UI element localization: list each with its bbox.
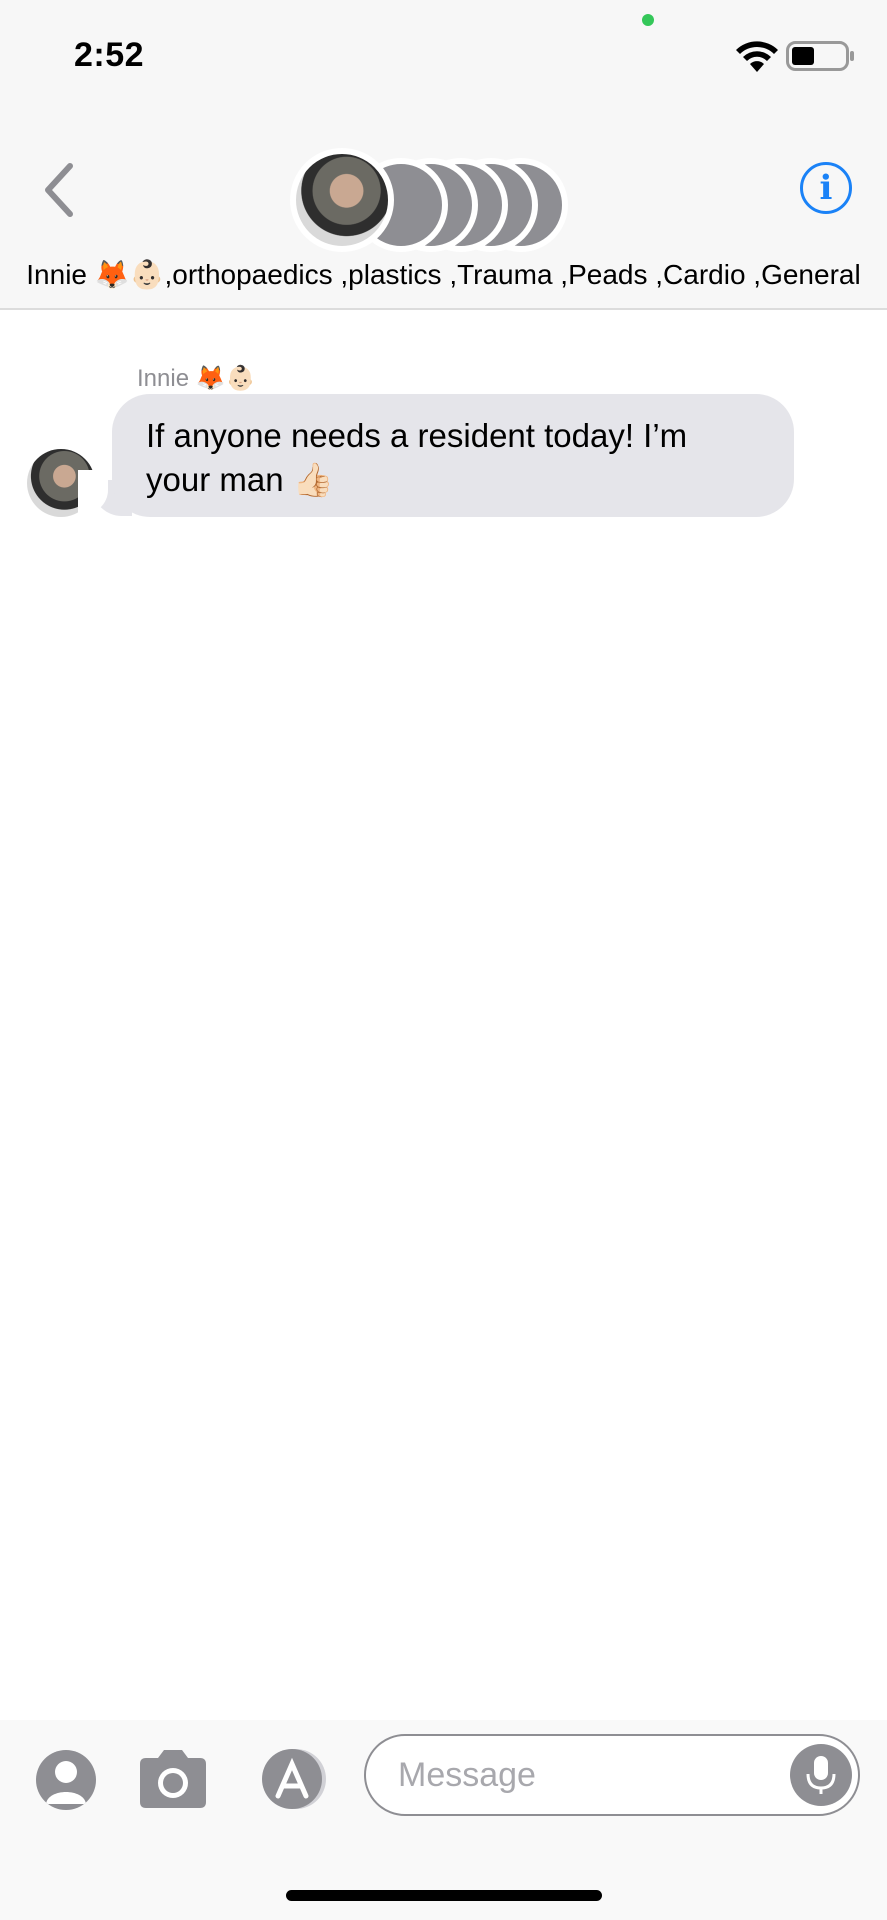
- info-icon[interactable]: i: [800, 162, 852, 214]
- chevron-left-icon[interactable]: [38, 160, 82, 220]
- contact-icon[interactable]: [36, 1750, 96, 1810]
- message-composer: [0, 1720, 887, 1920]
- group-avatar-stack[interactable]: [290, 148, 580, 252]
- group-avatar-photo: [290, 148, 394, 252]
- battery-icon: [786, 41, 854, 71]
- camera-icon[interactable]: [136, 1746, 210, 1810]
- conversation-header: i Innie 🦊👶🏻,orthopaedics ,plastics ,Trau…: [0, 110, 887, 310]
- message-sender-name: Innie 🦊👶🏻: [137, 365, 256, 392]
- message-field[interactable]: [364, 1734, 860, 1816]
- wifi-icon: [736, 41, 778, 72]
- message-input[interactable]: [398, 1736, 798, 1814]
- status-bar: 2:52: [0, 0, 887, 110]
- microphone-icon[interactable]: [790, 1744, 852, 1806]
- app-store-icon[interactable]: [254, 1748, 334, 1810]
- incoming-message-bubble[interactable]: If anyone needs a resident today! I’m yo…: [112, 394, 794, 517]
- home-indicator[interactable]: [286, 1890, 602, 1901]
- camera-in-use-indicator: [642, 14, 654, 26]
- group-name[interactable]: Innie 🦊👶🏻,orthopaedics ,plastics ,Trauma…: [0, 258, 887, 291]
- status-time: 2:52: [74, 36, 145, 74]
